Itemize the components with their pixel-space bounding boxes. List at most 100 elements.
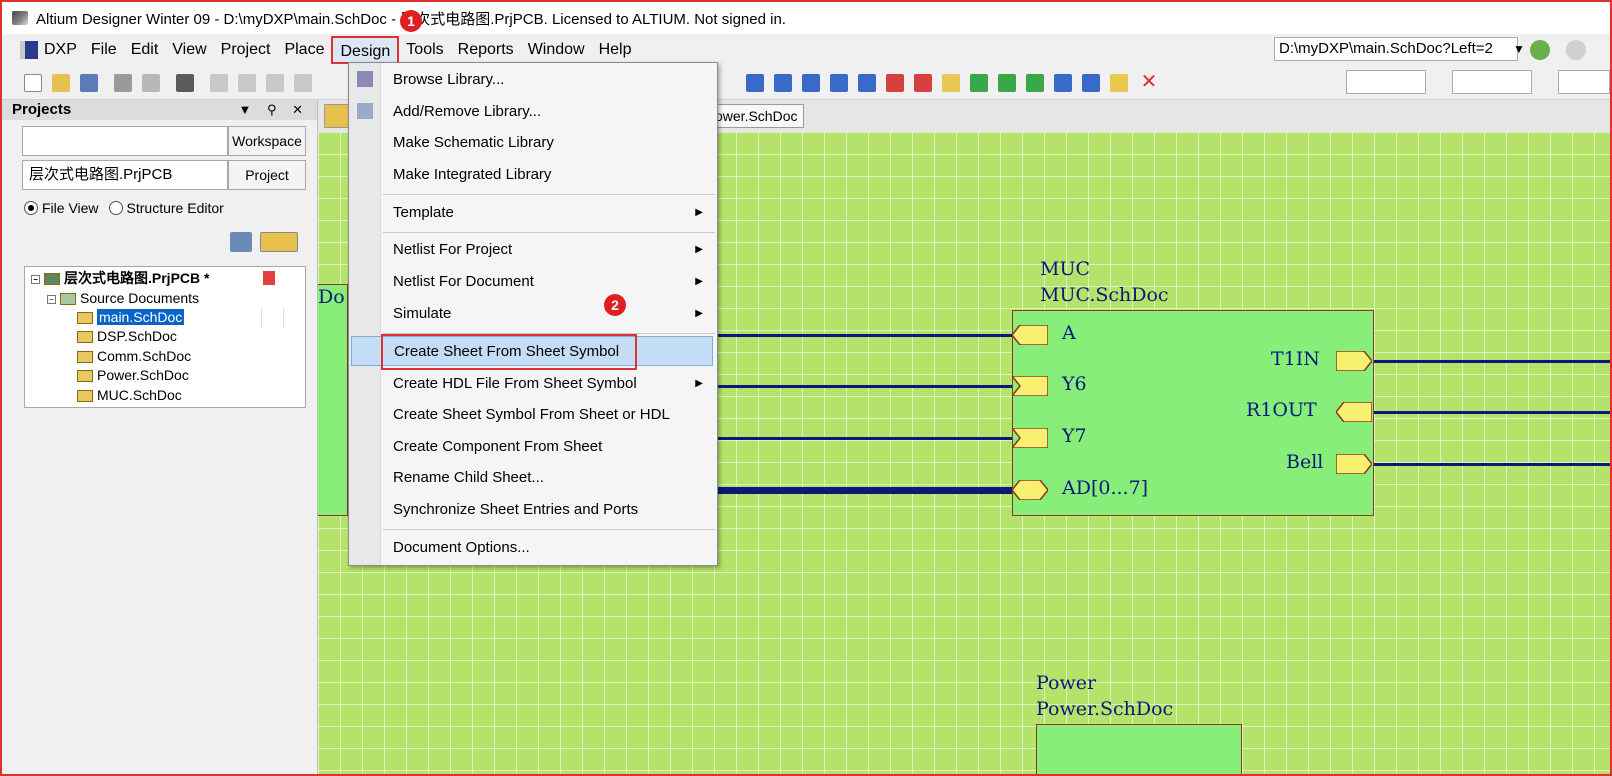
wire-r1out[interactable] [1372, 411, 1610, 414]
menu-item-create-hdl-file[interactable]: Create HDL File From Sheet Symbol ▶ [383, 369, 713, 399]
menu-item-netlist-for-document[interactable]: Netlist For Document ▶ [383, 267, 713, 297]
menu-project[interactable]: Project [214, 36, 278, 64]
project-action-dropdown-icon[interactable] [260, 232, 298, 252]
menu-file[interactable]: File [84, 36, 124, 64]
workspace-button[interactable]: Workspace [228, 126, 306, 156]
menu-reports[interactable]: Reports [451, 36, 521, 64]
menu-item-template[interactable]: Template ▶ [383, 198, 713, 228]
menu-item-make-schematic-library[interactable]: Make Schematic Library [383, 128, 713, 158]
tree-project-row[interactable]: − 层次式电路图.PrjPCB * [31, 269, 209, 288]
menu-place[interactable]: Place [277, 36, 331, 64]
workspace-field[interactable] [22, 126, 228, 156]
tree-doc-main[interactable]: main.SchDoc [77, 308, 185, 327]
menu-item-create-sheet-from-sheet-symbol[interactable]: Create Sheet From Sheet Symbol [351, 336, 713, 366]
tree-folder-row[interactable]: − Source Documents [47, 289, 199, 308]
collapse-icon[interactable]: − [31, 274, 40, 284]
port-bell-shape[interactable] [1336, 454, 1372, 474]
muc-designator[interactable]: MUC [1040, 258, 1090, 280]
port-ad-shape[interactable] [1012, 480, 1048, 500]
muc-filename[interactable]: MUC.SchDoc [1040, 284, 1169, 306]
menu-tools[interactable]: Tools [399, 36, 450, 64]
menu-item-netlist-for-project[interactable]: Netlist For Project ▶ [383, 235, 713, 265]
place-part-icon[interactable] [942, 74, 960, 92]
vcc-port-icon[interactable] [914, 74, 932, 92]
forward-icon[interactable] [1566, 40, 1586, 60]
project-field[interactable]: 层次式电路图.PrjPCB [22, 160, 228, 190]
wire-y6[interactable] [714, 385, 1014, 388]
tree-doc-muc[interactable]: MUC.SchDoc [77, 386, 182, 405]
print-preview-icon[interactable] [142, 74, 160, 92]
menu-view[interactable]: View [165, 36, 213, 64]
zoom-selected-icon[interactable] [266, 74, 284, 92]
workspace-action-icon[interactable] [230, 232, 252, 252]
save-icon[interactable] [80, 74, 98, 92]
menu-item-create-sheet-symbol[interactable]: Create Sheet Symbol From Sheet or HDL [383, 400, 713, 430]
no-erc-icon[interactable]: ✕ [1140, 72, 1158, 92]
tree-doc-dsp[interactable]: DSP.SchDoc [77, 327, 177, 346]
menu-item-make-integrated-library[interactable]: Make Integrated Library [383, 160, 713, 190]
toolbar-combo-3[interactable] [1558, 70, 1610, 94]
menu-design[interactable]: Design [331, 36, 400, 64]
collapse-icon[interactable]: − [47, 294, 56, 304]
port-t1in-shape[interactable] [1336, 351, 1372, 371]
panel-controls[interactable]: ▼ ⚲ ✕ [238, 100, 309, 120]
harness-entry-icon[interactable] [1082, 74, 1100, 92]
menu-item-synchronize-sheet-entries[interactable]: Synchronize Sheet Entries and Ports [383, 495, 713, 525]
print-icon[interactable] [114, 74, 132, 92]
port-r1out-shape[interactable] [1336, 402, 1372, 422]
tree-doc-comm[interactable]: Comm.SchDoc [77, 347, 191, 366]
menu-item-rename-child-sheet[interactable]: Rename Child Sheet... [383, 463, 713, 493]
structure-editor-radio[interactable] [108, 201, 123, 215]
device-sheet-symbol-icon[interactable] [1026, 74, 1044, 92]
harness-connector-icon[interactable] [1054, 74, 1072, 92]
partial-sheet-symbol[interactable] [318, 284, 348, 516]
wire-icon[interactable] [746, 74, 764, 92]
menu-dxp[interactable]: DXP [44, 36, 84, 64]
sheet-symbol-icon[interactable] [970, 74, 988, 92]
menu-item-add-remove-library[interactable]: Add/Remove Library... [383, 97, 713, 127]
open-icon[interactable] [52, 74, 70, 92]
schdoc-icon [77, 351, 93, 364]
power-filename[interactable]: Power.SchDoc [1036, 698, 1173, 720]
menu-item-create-component[interactable]: Create Component From Sheet [383, 432, 713, 462]
filter-icon[interactable] [294, 74, 312, 92]
port-y7-shape[interactable] [1012, 428, 1048, 448]
wire-a[interactable] [714, 334, 1014, 337]
submenu-arrow-icon: ▶ [695, 244, 703, 255]
project-button[interactable]: Project [228, 160, 306, 190]
sheet-entry-icon[interactable] [998, 74, 1016, 92]
signal-harness-icon[interactable] [802, 74, 820, 92]
port-y6-shape[interactable] [1012, 376, 1048, 396]
zoom-area-icon[interactable] [238, 74, 256, 92]
net-label-icon[interactable] [858, 74, 876, 92]
document-tab-power[interactable]: ower.SchDoc [708, 104, 805, 128]
bus-ad[interactable] [714, 487, 1014, 494]
gnd-port-icon[interactable] [886, 74, 904, 92]
menu-edit[interactable]: Edit [124, 36, 166, 64]
bus-entry-icon[interactable] [830, 74, 848, 92]
tree-doc-power[interactable]: Power.SchDoc [77, 366, 189, 385]
wire-t1in[interactable] [1372, 360, 1610, 363]
back-icon[interactable] [1530, 40, 1550, 60]
port-a-shape[interactable] [1012, 325, 1048, 345]
power-designator[interactable]: Power [1036, 672, 1096, 694]
toolbar-combo-2[interactable] [1452, 70, 1532, 94]
navigation-path-input[interactable]: D:\myDXP\main.SchDoc?Left=2 [1274, 37, 1518, 61]
device-sheets-icon[interactable] [176, 74, 194, 92]
wire-bell[interactable] [1372, 463, 1610, 466]
toolbar-combo-1[interactable] [1346, 70, 1426, 94]
power-sheet-symbol[interactable] [1036, 724, 1242, 774]
menu-window[interactable]: Window [521, 36, 592, 64]
wire-y7[interactable] [714, 437, 1014, 440]
zoom-fit-icon[interactable] [210, 74, 228, 92]
new-file-icon[interactable] [24, 74, 42, 92]
port-icon[interactable] [1110, 74, 1128, 92]
menu-help[interactable]: Help [592, 36, 639, 64]
menu-item-document-options[interactable]: Document Options... [383, 533, 713, 563]
file-view-radio[interactable] [24, 201, 38, 215]
path-dropdown-icon[interactable]: ▼ [1513, 42, 1525, 56]
schdoc-icon [77, 370, 93, 383]
menu-item-browse-library[interactable]: Browse Library... [383, 65, 713, 95]
menu-item-simulate[interactable]: Simulate ▶ [383, 299, 713, 329]
bus-icon[interactable] [774, 74, 792, 92]
